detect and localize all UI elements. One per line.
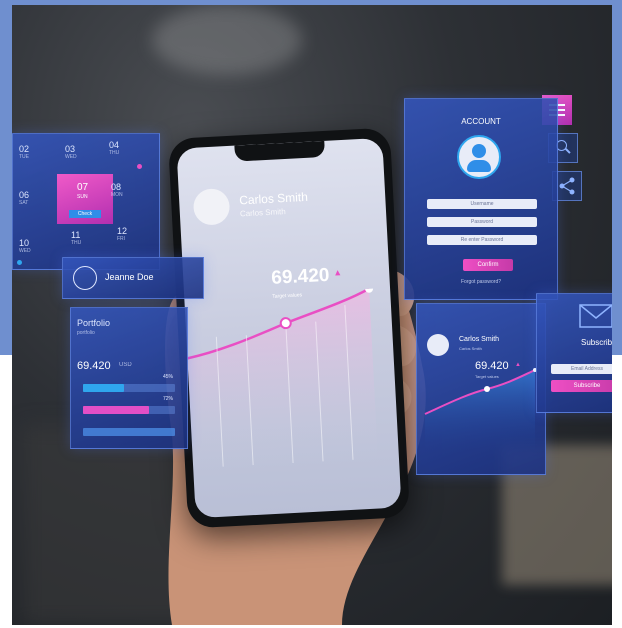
account-panel: ACCOUNT Username Password Re enter Passw… bbox=[404, 98, 558, 300]
portfolio-subtitle: portfolio bbox=[77, 330, 95, 336]
portfolio-title: Portfolio bbox=[77, 318, 111, 328]
contact-card[interactable]: Jeanne Doe bbox=[62, 257, 204, 299]
avatar bbox=[427, 334, 449, 356]
account-title: ACCOUNT bbox=[461, 117, 501, 126]
calendar-selected-day[interactable]: 07 SUN Check bbox=[57, 174, 113, 224]
user-icon bbox=[457, 135, 501, 179]
frame-left-accent bbox=[0, 0, 12, 355]
password-field[interactable]: Password bbox=[427, 217, 537, 227]
calendar-panel: 02 TUE 03 WED 04 THU 06 SAT 07 SUN Check 08 M… bbox=[12, 133, 160, 270]
portfolio-bar-track bbox=[83, 428, 175, 436]
calendar-day[interactable]: 08 MON bbox=[111, 182, 123, 198]
calendar-day[interactable]: 02 TUE bbox=[19, 144, 29, 160]
calendar-dot-blue bbox=[17, 260, 22, 265]
calendar-dot-pink bbox=[137, 164, 142, 169]
portfolio-panel: Portfolio portfolio 69.420 USD 45% 72% bbox=[70, 307, 188, 449]
calendar-day[interactable]: 06 SAT bbox=[19, 190, 29, 206]
username-field[interactable]: Username bbox=[427, 199, 537, 209]
portfolio-bar-fill bbox=[83, 384, 124, 392]
frame-right-accent bbox=[612, 0, 622, 355]
portfolio-bar-label: 72% bbox=[163, 396, 174, 402]
portfolio-value: 69.420 bbox=[77, 360, 111, 372]
avatar bbox=[192, 187, 231, 226]
subscribe-title: Subscribe bbox=[581, 338, 612, 347]
calendar-day[interactable]: 10 WED bbox=[19, 238, 31, 254]
confirm-button[interactable]: Confirm bbox=[463, 259, 513, 271]
phone-user-subtitle: Carlos Smith bbox=[239, 207, 286, 219]
mini-chart-panel: Carlos Smith Carlos Smith 69.420 ▲ Targe… bbox=[416, 303, 546, 475]
mini-chart-name: Carlos Smith bbox=[459, 336, 500, 343]
phone-trend-icon: ▲ bbox=[332, 267, 343, 278]
calendar-day[interactable]: 12 FRI bbox=[117, 226, 127, 242]
email-field[interactable]: Email Address bbox=[551, 364, 612, 374]
portfolio-currency: USD bbox=[119, 362, 132, 368]
phone-line-chart bbox=[187, 287, 378, 469]
phone-user-name: Carlos Smith bbox=[238, 189, 309, 208]
calendar-day[interactable]: 04 THU bbox=[109, 140, 119, 156]
phone-notch bbox=[234, 140, 326, 162]
reenter-password-field[interactable]: Re enter Password bbox=[427, 235, 537, 245]
forgot-password-link[interactable]: Forgot password? bbox=[405, 279, 557, 285]
phone-value: 69.420 bbox=[270, 264, 330, 289]
screenshot-frame: Carlos Smith Carlos Smith 69.420 ▲ Targe… bbox=[0, 0, 622, 628]
calendar-day[interactable]: 11 THU bbox=[71, 230, 81, 246]
phone-screen: Carlos Smith Carlos Smith 69.420 ▲ Targe… bbox=[176, 137, 402, 519]
subscribe-panel: Subscribe Email Address Subscribe bbox=[536, 293, 612, 413]
user-icon bbox=[73, 266, 97, 290]
calendar-check-button[interactable]: Check bbox=[69, 210, 101, 218]
subscribe-button[interactable]: Subscribe bbox=[551, 380, 612, 392]
phone: Carlos Smith Carlos Smith 69.420 ▲ Targe… bbox=[167, 127, 411, 529]
mini-line-chart bbox=[424, 368, 537, 454]
portfolio-bar-fill bbox=[83, 406, 149, 414]
contact-name: Jeanne Doe bbox=[105, 272, 154, 282]
photo: Carlos Smith Carlos Smith 69.420 ▲ Targe… bbox=[12, 5, 612, 625]
selected-day-weekday: SUN bbox=[77, 194, 88, 200]
mini-chart-subtitle: Carlos Smith bbox=[459, 346, 482, 351]
portfolio-bar-label: 45% bbox=[163, 374, 174, 380]
calendar-day[interactable]: 03 WED bbox=[65, 144, 77, 160]
envelope-icon bbox=[579, 304, 612, 328]
selected-day-number: 07 bbox=[77, 182, 89, 193]
